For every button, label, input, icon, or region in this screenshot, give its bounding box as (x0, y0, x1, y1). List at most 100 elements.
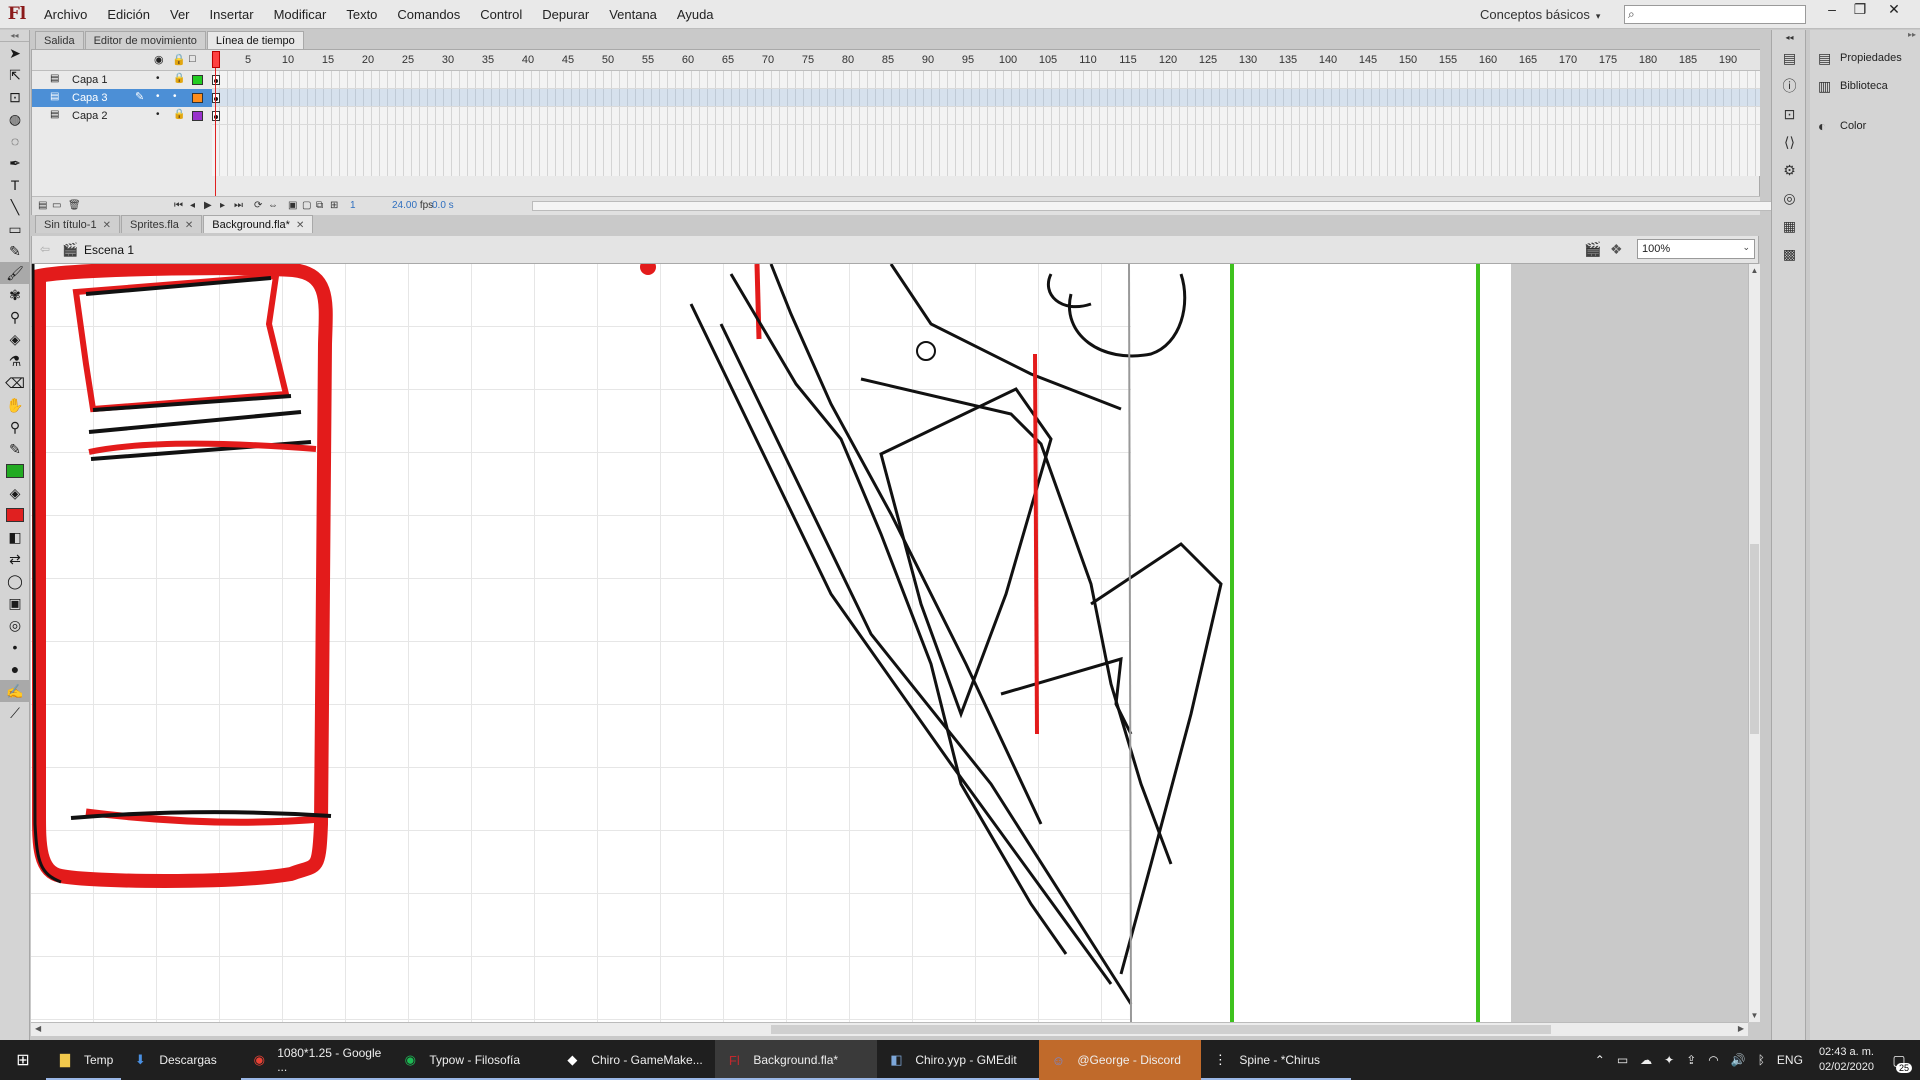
delete-layer-icon[interactable]: 🗑 (68, 200, 81, 211)
tab-salida[interactable]: Salida (35, 31, 84, 49)
layer-color-swatch[interactable] (192, 75, 203, 85)
menu-insertar[interactable]: Insertar (200, 0, 264, 29)
panel-library[interactable]: ▥ Biblioteca (1810, 72, 1920, 100)
collapse-toolbar-icon[interactable]: ◂◂ (0, 30, 29, 42)
visibility-dot[interactable]: • (156, 109, 160, 120)
deco-tool-icon[interactable]: ✾ (0, 284, 30, 306)
text-tool-icon[interactable]: T (0, 174, 30, 196)
pencil-tool-icon[interactable]: ✎ (0, 240, 30, 262)
collapse-panel-icon[interactable]: ▸▸ (1810, 30, 1920, 44)
bone-tool-icon[interactable]: ⚲ (0, 306, 30, 328)
windows-start-icon[interactable]: ⊞ (0, 1040, 46, 1080)
panel-properties[interactable]: ▤ Propiedades (1810, 44, 1920, 72)
menu-archivo[interactable]: Archivo (34, 0, 97, 29)
pressure-icon[interactable]: ✍ (0, 680, 30, 702)
motion-presets-icon[interactable]: ◎ (1772, 184, 1807, 212)
battery-icon[interactable]: ▭ (1617, 1053, 1628, 1067)
stage-area[interactable] (31, 264, 1759, 1022)
frame-row[interactable] (212, 107, 1760, 125)
clock[interactable]: 02:43 a. m. 02/02/2020 (1819, 1045, 1874, 1075)
menu-control[interactable]: Control (470, 0, 532, 29)
help-search-input[interactable] (1643, 7, 1803, 22)
next-frame-icon[interactable]: ▸ (220, 200, 225, 211)
rectangle-tool-icon[interactable]: ▭ (0, 218, 30, 240)
lasso-tool-icon[interactable]: ◌ (0, 130, 30, 152)
hand-tool-icon[interactable]: ✋ (0, 394, 30, 416)
subselection-tool-icon[interactable]: ⇱ (0, 64, 30, 86)
scene-name[interactable]: Escena 1 (84, 243, 134, 257)
edit-symbols-icon[interactable]: ❖ (1610, 241, 1623, 258)
language-indicator[interactable]: ENG (1777, 1053, 1803, 1067)
modify-markers-icon[interactable]: ⊞ (330, 200, 338, 211)
doc-tab-background[interactable]: Background.fla* ✕ (203, 215, 314, 233)
3d-rotation-tool-icon[interactable]: ◍ (0, 108, 30, 130)
prev-frame-icon[interactable]: ◂ (190, 200, 195, 211)
paint-bucket-tool-icon[interactable]: ◈ (0, 328, 30, 350)
scroll-right-icon[interactable]: ▶ (1738, 1024, 1744, 1033)
menu-ver[interactable]: Ver (160, 0, 200, 29)
close-button[interactable]: ✕ (1880, 0, 1908, 18)
taskbar-item-descargas[interactable]: ⬇ Descargas (121, 1040, 241, 1080)
transform-panel-icon[interactable]: ⊡ (1772, 100, 1807, 128)
frame-row[interactable] (212, 71, 1760, 89)
layer-row-capa-2[interactable]: ▤ Capa 2 • 🔒 (32, 107, 212, 125)
taskbar-item-spine[interactable]: ⋮ Spine - *Chirus (1201, 1040, 1352, 1080)
lock-dot[interactable]: 🔒 (173, 109, 185, 120)
components-icon[interactable]: ⚙ (1772, 156, 1807, 184)
stage-horizontal-scrollbar[interactable]: ◀ ▶ (31, 1022, 1748, 1036)
taskbar-item-flash[interactable]: Fl Background.fla* (715, 1040, 878, 1080)
fill-color-swatch[interactable] (6, 508, 24, 522)
brush-shape-icon[interactable]: ● (0, 658, 30, 680)
tab-timeline[interactable]: Línea de tiempo (206, 31, 304, 49)
eye-icon[interactable]: ◉ (154, 53, 164, 66)
brush-mode-icon[interactable]: ◎ (0, 614, 30, 636)
lock-icon[interactable]: 🔒 (172, 53, 186, 66)
stage-artwork[interactable] (31, 264, 1511, 1022)
help-search-box[interactable]: ⌕ (1624, 5, 1806, 24)
doc-tab-sprites[interactable]: Sprites.fla ✕ (120, 215, 203, 233)
onion-skin-icon[interactable]: ▣ (288, 200, 297, 211)
new-layer-icon[interactable]: ▤ (38, 200, 47, 211)
selection-tool-icon[interactable]: ➤ (0, 42, 30, 64)
scene-panel-icon[interactable]: ▩ (1772, 240, 1807, 268)
taskbar-item-discord[interactable]: ☺ @George - Discord (1039, 1040, 1202, 1080)
wifi-icon[interactable]: ◠ (1708, 1053, 1718, 1067)
lock-fill-icon[interactable]: ▣ (0, 592, 30, 614)
restore-button[interactable]: ❐ (1846, 0, 1874, 18)
scroll-thumb[interactable] (1750, 544, 1759, 734)
close-icon[interactable]: ✕ (185, 220, 193, 231)
menu-texto[interactable]: Texto (336, 0, 387, 29)
brush-tool-icon[interactable]: 🖌 (0, 262, 30, 284)
onion-outline-icon[interactable]: ▢ (302, 200, 311, 211)
panel-color[interactable]: ◐ Color (1810, 112, 1920, 140)
taskbar-item-gmedit[interactable]: ◧ Chiro.yyp - GMEdit (877, 1040, 1040, 1080)
scroll-up-icon[interactable]: ▲ (1749, 266, 1760, 275)
layer-color-swatch[interactable] (192, 93, 203, 103)
eraser-tool-icon[interactable]: ⌫ (0, 372, 30, 394)
outline-icon[interactable]: □ (189, 53, 196, 65)
bluetooth-icon[interactable]: ᛒ (1758, 1053, 1765, 1067)
volume-icon[interactable]: 🔊 (1731, 1053, 1746, 1067)
line-tool-icon[interactable]: ╲ (0, 196, 30, 218)
menu-ayuda[interactable]: Ayuda (667, 0, 724, 29)
align-panel-icon[interactable]: ▤ (1772, 44, 1807, 72)
menu-comandos[interactable]: Comandos (387, 0, 470, 29)
free-transform-tool-icon[interactable]: ⊡ (0, 86, 30, 108)
eyedropper-tool-icon[interactable]: ⚗ (0, 350, 30, 372)
workspace-switcher[interactable]: Conceptos básicos ▾ (1480, 0, 1600, 29)
back-arrow-icon[interactable]: ⇦ (40, 242, 50, 256)
scroll-down-icon[interactable]: ▼ (1749, 1011, 1760, 1020)
menu-depurar[interactable]: Depurar (532, 0, 599, 29)
frame-row[interactable] (212, 89, 1760, 107)
history-icon[interactable]: ▦ (1772, 212, 1807, 240)
taskbar-item-gamemaker[interactable]: ◆ Chiro - GameMake... (553, 1040, 716, 1080)
tilt-icon[interactable]: ⟋ (0, 702, 30, 724)
visibility-dot[interactable]: • (156, 91, 160, 102)
black-white-icon[interactable]: ◧ (0, 526, 30, 548)
code-snippets-icon[interactable]: ⟨⟩ (1772, 128, 1807, 156)
layer-color-swatch[interactable] (192, 111, 203, 121)
chevron-up-icon[interactable]: ⌃ (1595, 1053, 1605, 1067)
menu-edicion[interactable]: Edición (97, 0, 160, 29)
tab-motion-editor[interactable]: Editor de movimiento (84, 31, 206, 49)
close-icon[interactable]: ✕ (103, 220, 111, 231)
